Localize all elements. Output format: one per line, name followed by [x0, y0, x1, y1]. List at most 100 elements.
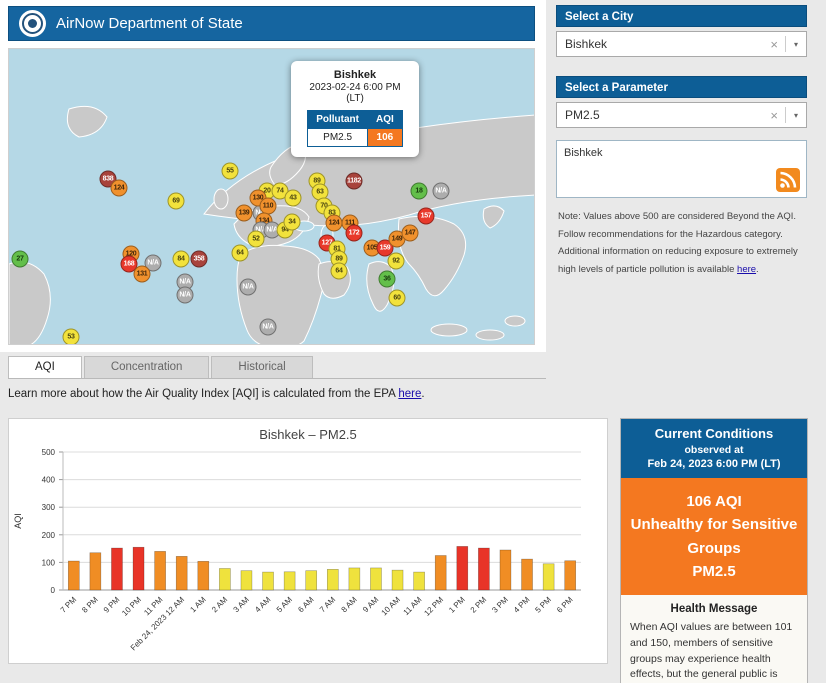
svg-text:7 PM: 7 PM [59, 595, 79, 615]
map-marker[interactable]: 27 [11, 250, 29, 268]
chart-bar[interactable] [478, 547, 490, 591]
city-dropdown[interactable]: Bishkek × ▾ [556, 31, 807, 57]
map-marker[interactable]: 131 [133, 265, 151, 283]
bar-chart[interactable]: 0100200300400500AQI7 PM 8 PM 9 PM10 PM 11 P… [9, 442, 601, 654]
map-marker[interactable]: 139 [235, 204, 253, 222]
map-marker[interactable]: N/A [432, 182, 450, 200]
map-marker[interactable]: 172 [345, 224, 363, 242]
svg-text:3 AM: 3 AM [232, 595, 251, 614]
map-marker[interactable]: 60 [388, 289, 406, 307]
map-marker[interactable]: 34 [283, 213, 301, 231]
chart-bar[interactable] [542, 563, 555, 591]
popup-aqi-value: 106 [367, 128, 403, 147]
chart-bar[interactable] [499, 549, 512, 591]
city-clear-icon[interactable]: × [763, 37, 785, 52]
map-marker[interactable]: 53 [62, 328, 80, 344]
note-here-link[interactable]: here [737, 264, 756, 275]
chart-bar[interactable] [413, 571, 425, 591]
svg-text:8 AM: 8 AM [340, 595, 359, 614]
chart-bar[interactable] [283, 571, 296, 591]
tab-aqi[interactable]: AQI [8, 356, 82, 378]
map-marker[interactable]: 36 [378, 270, 396, 288]
popup-pollutant-value: PM2.5 [307, 128, 368, 147]
map-marker[interactable]: 84 [172, 250, 190, 268]
popup-table: Pollutant AQI PM2.5 106 [307, 110, 403, 147]
chart-bar[interactable] [132, 546, 145, 591]
chart-bar[interactable] [564, 560, 577, 591]
chart-bar[interactable] [521, 558, 533, 591]
map-marker[interactable]: 55 [221, 162, 239, 180]
map-marker[interactable]: 1182 [345, 172, 363, 190]
popup-city: Bishkek [333, 69, 377, 81]
chart-bar[interactable] [197, 560, 210, 591]
map-marker[interactable]: 43 [284, 189, 302, 207]
map-marker[interactable]: N/A [239, 278, 257, 296]
epa-link[interactable]: here [398, 388, 421, 400]
health-message-title: Health Message [670, 603, 758, 615]
city-chevron-down-icon[interactable]: ▾ [786, 40, 806, 49]
chart-bar[interactable] [175, 556, 188, 591]
popup-col-aqi: AQI [367, 110, 403, 129]
chart-bar[interactable] [348, 567, 361, 591]
aqi-map[interactable]: 27 53 838 124 55 69 120 168 N/A 131 84 358 N/A N/A 139… [8, 48, 535, 345]
svg-text:500: 500 [42, 448, 56, 457]
chart-bar[interactable] [262, 571, 274, 591]
parameter-dropdown-value: PM2.5 [565, 108, 600, 122]
map-marker[interactable]: 52 [247, 230, 265, 248]
chart-bar[interactable] [111, 547, 123, 591]
chart-bar[interactable] [89, 552, 102, 591]
map-marker[interactable]: 147 [401, 224, 419, 242]
popup-col-pollutant: Pollutant [307, 110, 368, 129]
aqi-pollutant: PM2.5 [692, 562, 736, 580]
popup-timezone: (LT) [346, 93, 364, 104]
map-marker[interactable]: 18 [410, 182, 428, 200]
map-marker[interactable]: 124 [325, 214, 343, 232]
learn-more-before: Learn more about how the Air Quality Ind… [8, 388, 399, 400]
parameter-chevron-down-icon[interactable]: ▾ [786, 111, 806, 120]
tab-concentration[interactable]: Concentration [83, 356, 210, 378]
map-marker[interactable]: N/A [176, 286, 194, 304]
chart-bar[interactable] [219, 568, 231, 591]
map-marker[interactable]: 92 [387, 252, 405, 270]
chart-bar[interactable] [391, 569, 404, 591]
map-marker[interactable]: N/A [259, 318, 277, 336]
map-marker[interactable]: 69 [167, 192, 185, 210]
map-marker[interactable]: 358 [190, 250, 208, 268]
svg-text:7 AM: 7 AM [318, 595, 337, 614]
chart-bar[interactable] [67, 560, 80, 591]
chart-bar[interactable] [326, 569, 339, 591]
state-department-seal-icon [19, 10, 46, 37]
map-marker[interactable]: 124 [110, 179, 128, 197]
feed-box: Bishkek [556, 140, 807, 198]
svg-text:300: 300 [42, 503, 56, 512]
svg-text:10 AM: 10 AM [380, 595, 403, 618]
parameter-clear-icon[interactable]: × [763, 108, 785, 123]
map-marker[interactable]: 157 [417, 207, 435, 225]
chart-panel: Bishkek – PM2.5 0 100 200 300 400 500 AQI 7 PM 8… [8, 418, 608, 664]
chart-bar[interactable] [154, 551, 166, 591]
map-marker[interactable]: 64 [231, 244, 249, 262]
rss-icon[interactable] [776, 168, 800, 192]
svg-text:4 AM: 4 AM [253, 595, 272, 614]
health-message-text: When AQI values are between 101 and 150,… [630, 621, 793, 681]
svg-text:100: 100 [42, 558, 56, 567]
chart-bar[interactable] [434, 555, 447, 591]
svg-text:8 PM: 8 PM [80, 595, 100, 615]
svg-text:6 PM: 6 PM [555, 595, 575, 615]
svg-text:4 PM: 4 PM [512, 595, 532, 615]
parameter-dropdown[interactable]: PM2.5 × ▾ [556, 102, 807, 128]
city-dropdown-value: Bishkek [565, 37, 608, 51]
svg-text:200: 200 [42, 531, 56, 540]
chart-bar[interactable] [305, 570, 318, 591]
svg-text:5 AM: 5 AM [275, 595, 294, 614]
svg-text:AQI: AQI [13, 513, 23, 529]
tab-historical[interactable]: Historical [211, 356, 313, 378]
map-marker[interactable]: 64 [330, 262, 348, 280]
learn-more-text: Learn more about how the Air Quality Ind… [8, 388, 425, 400]
learn-more-after: . [421, 388, 425, 400]
chart-bar[interactable] [370, 567, 382, 591]
app-title: AirNow Department of State [56, 15, 243, 32]
popup-datetime: 2023-02-24 6:00 PM [309, 82, 401, 93]
chart-bar[interactable] [456, 546, 469, 591]
chart-bar[interactable] [240, 570, 253, 591]
